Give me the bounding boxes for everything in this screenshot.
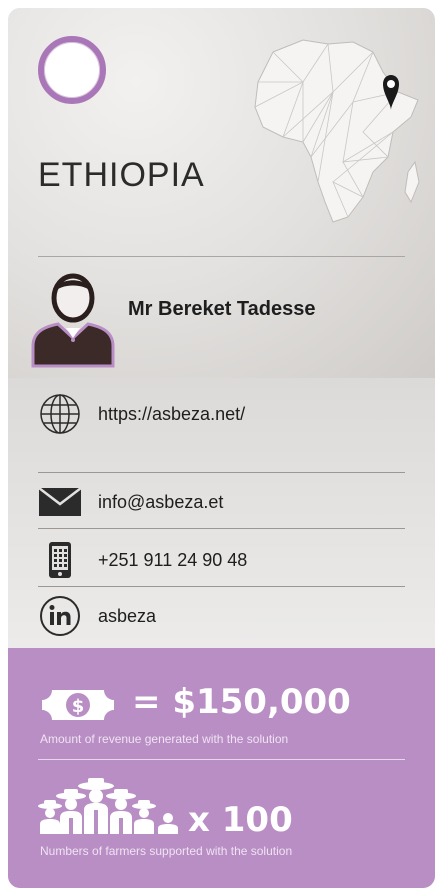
envelope-icon xyxy=(38,480,82,524)
divider xyxy=(38,586,405,587)
farmers-value: x 100 xyxy=(188,800,293,840)
divider xyxy=(38,472,405,473)
money-icon: $ xyxy=(42,690,114,720)
email-link[interactable]: info@asbeza.et xyxy=(98,492,223,513)
linkedin-icon xyxy=(38,594,82,638)
impact-stats-panel: $ = $150,000 Amount of revenue generated… xyxy=(8,648,435,888)
africa-map-icon xyxy=(254,39,420,223)
revenue-caption: Amount of revenue generated with the sol… xyxy=(40,732,289,746)
revenue-value: = $150,000 xyxy=(132,682,351,722)
header-panel: ETHIOPIA Mr Bereket Tadesse xyxy=(8,8,435,378)
person-icon xyxy=(31,273,115,368)
website-row[interactable]: https://asbeza.net/ xyxy=(38,386,405,442)
farmers-caption: Numbers of farmers supported with the so… xyxy=(40,844,293,858)
phone-row[interactable]: +251 911 24 90 48 xyxy=(38,532,405,588)
svg-text:$: $ xyxy=(72,696,85,717)
country-profile-card: ETHIOPIA Mr Bereket Tadesse https://asbe… xyxy=(8,8,435,888)
website-link[interactable]: https://asbeza.net/ xyxy=(98,404,245,425)
linkedin-handle[interactable]: asbeza xyxy=(98,606,156,627)
contact-details: https://asbeza.net/ info@asbeza.et +251 … xyxy=(8,378,435,648)
divider xyxy=(38,256,405,257)
country-name: ETHIOPIA xyxy=(38,156,205,194)
mobile-phone-icon xyxy=(38,538,82,582)
farmers-group-icon xyxy=(38,778,178,834)
linkedin-row[interactable]: asbeza xyxy=(38,588,405,644)
divider xyxy=(38,528,405,529)
phone-number[interactable]: +251 911 24 90 48 xyxy=(98,550,247,571)
globe-icon xyxy=(38,392,82,436)
contact-person-name: Mr Bereket Tadesse xyxy=(128,298,316,320)
email-row[interactable]: info@asbeza.et xyxy=(38,474,405,530)
flag-placeholder-circle xyxy=(38,36,106,104)
divider xyxy=(38,759,405,760)
